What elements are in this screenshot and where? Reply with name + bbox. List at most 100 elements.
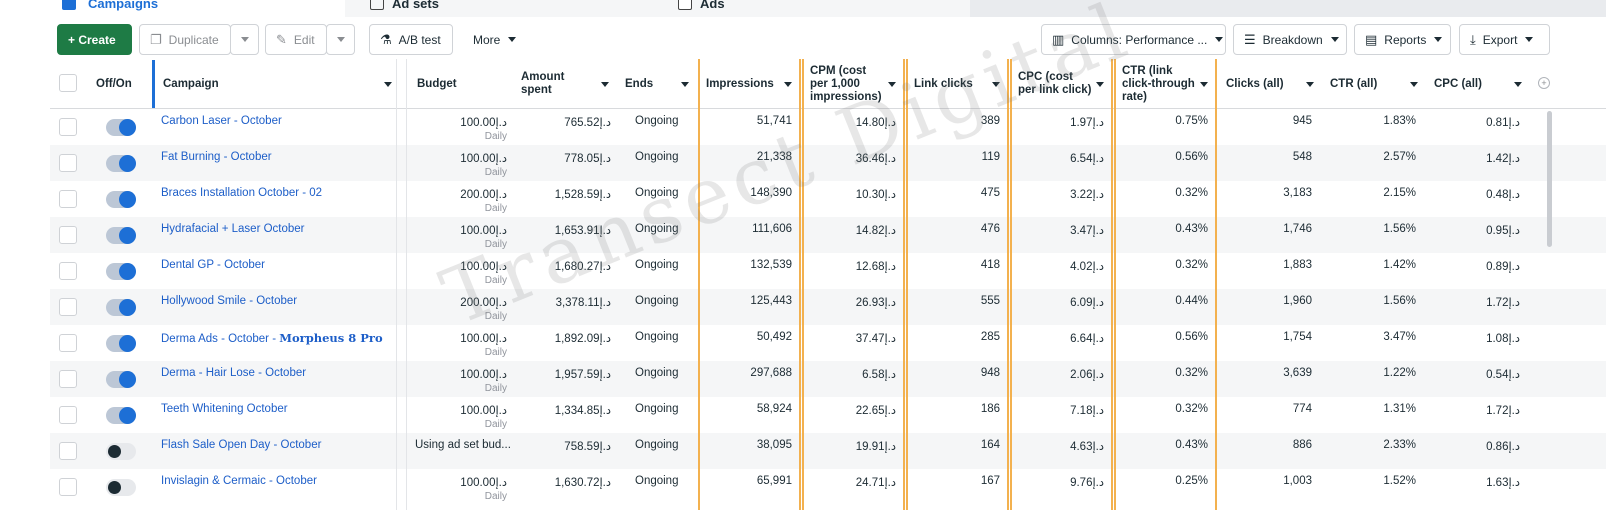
table-row[interactable]: Fat Burning - October د.إ100.00 Daily د.إ77… bbox=[50, 145, 1606, 181]
export-button[interactable]: ⤓ Export bbox=[1459, 24, 1550, 55]
campaign-toggle[interactable] bbox=[106, 263, 136, 280]
vertical-scrollbar[interactable] bbox=[1547, 111, 1552, 247]
chevron-down-icon bbox=[784, 81, 792, 87]
campaign-toggle[interactable] bbox=[106, 335, 136, 352]
campaign-name-link[interactable]: Carbon Laser - October bbox=[161, 115, 282, 127]
more-button[interactable]: More bbox=[462, 24, 528, 55]
campaign-name-link[interactable]: Dental GP - October bbox=[161, 259, 265, 271]
campaign-name-link[interactable]: Hollywood Smile - October bbox=[161, 295, 297, 307]
edit-button[interactable]: ✎ Edit bbox=[265, 24, 327, 55]
campaign-name-link[interactable]: Teeth Whitening October bbox=[161, 403, 288, 415]
table-row[interactable]: Hollywood Smile - October د.إ200.00 Daily د… bbox=[50, 289, 1606, 325]
cell-clicks-all: 945 bbox=[1218, 109, 1318, 145]
campaign-name-link[interactable]: Fat Burning - October bbox=[161, 151, 272, 163]
campaign-name-link[interactable]: Hydrafacial + Laser October bbox=[161, 223, 305, 235]
duplicate-button[interactable]: ❐ Duplicate bbox=[139, 24, 231, 55]
select-all-checkbox[interactable] bbox=[59, 74, 77, 92]
table-row[interactable]: Flash Sale Open Day - October Using ad se… bbox=[50, 433, 1606, 469]
campaign-toggle[interactable] bbox=[106, 443, 136, 460]
col-cpc-link[interactable]: CPC (cost per link click) bbox=[1010, 59, 1112, 109]
highlight-border bbox=[1010, 59, 1012, 510]
ctr-all-value: 1.31% bbox=[1383, 403, 1416, 415]
campaign-toggle[interactable] bbox=[106, 119, 136, 136]
table-row[interactable]: Invislagin & Cermaic - October د.إ100.00 D… bbox=[50, 469, 1606, 505]
budget-value: د.إ100.00 bbox=[460, 117, 507, 129]
link-clicks-value: 164 bbox=[980, 439, 1000, 451]
campaign-toggle[interactable] bbox=[106, 299, 136, 316]
campaign-name-bold[interactable]: Morpheus 8 Pro bbox=[279, 331, 382, 345]
table-row[interactable]: Derma - Hair Lose - October د.إ100.00 Dail… bbox=[50, 361, 1606, 397]
toggle-knob bbox=[119, 371, 136, 388]
campaign-toggle[interactable] bbox=[106, 191, 136, 208]
campaign-name-link[interactable]: Derma Ads - October - bbox=[161, 333, 279, 345]
campaign-name-link[interactable]: Braces Installation October - 02 bbox=[161, 187, 322, 199]
col-budget[interactable]: Budget bbox=[409, 59, 513, 109]
col-ctr-link[interactable]: CTR (link click-through rate) bbox=[1114, 59, 1216, 109]
col-cpm[interactable]: CPM (cost per 1,000 impressions) bbox=[802, 59, 904, 109]
cell-budget: د.إ100.00 Daily bbox=[409, 397, 513, 433]
table-row[interactable]: Dental GP - October د.إ100.00 Daily د.إ1,68… bbox=[50, 253, 1606, 289]
row-checkbox[interactable] bbox=[59, 406, 77, 424]
campaign-toggle[interactable] bbox=[106, 479, 136, 496]
col-ctr-all-label: CTR (all) bbox=[1330, 77, 1378, 90]
col-ctr-all[interactable]: CTR (all) bbox=[1322, 59, 1426, 109]
clicks-all-value: 945 bbox=[1292, 115, 1312, 127]
row-checkbox[interactable] bbox=[59, 298, 77, 316]
link-clicks-value: 948 bbox=[980, 367, 1000, 379]
cell-spent: د.إ3,378.11 bbox=[513, 289, 617, 325]
table-row[interactable]: Carbon Laser - October د.إ100.00 Daily د.إ7… bbox=[50, 109, 1606, 145]
row-checkbox[interactable] bbox=[59, 370, 77, 388]
row-checkbox[interactable] bbox=[59, 478, 77, 496]
reports-button[interactable]: ▤ Reports bbox=[1354, 24, 1451, 55]
row-checkbox[interactable] bbox=[59, 334, 77, 352]
create-button[interactable]: + Create bbox=[57, 24, 132, 55]
campaign-toggle[interactable] bbox=[106, 407, 136, 424]
ab-test-button[interactable]: ⚗ A/B test bbox=[369, 24, 453, 55]
col-amount-spent[interactable]: Amount spent bbox=[513, 59, 617, 109]
table-row[interactable]: Derma Ads - October - Morpheus 8 Pro د.إ1… bbox=[50, 325, 1606, 361]
row-checkbox[interactable] bbox=[59, 190, 77, 208]
table-row[interactable]: Hydrafacial + Laser October د.إ100.00 Dail… bbox=[50, 217, 1606, 253]
col-clicks-all[interactable]: Clicks (all) bbox=[1218, 59, 1322, 109]
campaign-name-link[interactable]: Derma - Hair Lose - October bbox=[161, 367, 306, 379]
col-link-clicks[interactable]: Link clicks bbox=[906, 59, 1008, 109]
col-impressions[interactable]: Impressions bbox=[698, 59, 800, 109]
duplicate-dropdown[interactable] bbox=[230, 24, 259, 55]
row-checkbox[interactable] bbox=[59, 442, 77, 460]
highlight-border bbox=[802, 59, 804, 510]
cell-budget: د.إ200.00 Daily bbox=[409, 289, 513, 325]
spent-value: د.إ778.05 bbox=[564, 153, 611, 165]
row-checkbox[interactable] bbox=[59, 226, 77, 244]
col-campaign[interactable]: Campaign bbox=[155, 59, 400, 109]
row-checkbox[interactable] bbox=[59, 262, 77, 280]
campaign-name-link[interactable]: Flash Sale Open Day - October bbox=[161, 439, 321, 451]
campaign-toggle[interactable] bbox=[106, 155, 136, 172]
row-checkbox[interactable] bbox=[59, 154, 77, 172]
tab-campaigns[interactable]: Campaigns bbox=[0, 0, 345, 17]
table-row[interactable]: Braces Installation October - 02 د.إ200.0… bbox=[50, 181, 1606, 217]
edit-dropdown[interactable] bbox=[326, 24, 355, 55]
cell-clicks-all: 1,003 bbox=[1218, 469, 1318, 505]
cell-ctr-all: 1.83% bbox=[1322, 109, 1422, 145]
col-off-on[interactable]: Off/On bbox=[88, 59, 152, 109]
add-column-icon[interactable]: + bbox=[1538, 77, 1550, 89]
row-checkbox[interactable] bbox=[59, 118, 77, 136]
cell-cpc-link: د.إ3.22 bbox=[1012, 181, 1110, 217]
breakdown-button[interactable]: ☰ Breakdown bbox=[1233, 24, 1347, 55]
campaign-toggle[interactable] bbox=[106, 371, 136, 388]
tab-ad-sets[interactable]: Ad sets bbox=[345, 0, 660, 17]
tab-ads[interactable]: Ads bbox=[660, 0, 970, 17]
table-row[interactable]: Teeth Whitening October د.إ100.00 Daily د.إ… bbox=[50, 397, 1606, 433]
budget-period: Daily bbox=[484, 311, 507, 322]
col-cpc-all[interactable]: CPC (all) bbox=[1426, 59, 1530, 109]
cell-impressions: 132,539 bbox=[700, 253, 798, 289]
cell-spent: د.إ765.52 bbox=[513, 109, 617, 145]
col-ends[interactable]: Ends bbox=[617, 59, 697, 109]
campaign-toggle[interactable] bbox=[106, 227, 136, 244]
cell-cpm: د.إ10.30 bbox=[804, 181, 902, 217]
campaign-name-link[interactable]: Invislagin & Cermaic - October bbox=[161, 475, 317, 487]
col-link-clicks-label: Link clicks bbox=[914, 77, 973, 90]
columns-button[interactable]: ▥ Columns: Performance ... bbox=[1041, 24, 1226, 55]
col-cpc-link-label: CPC (cost per link click) bbox=[1018, 71, 1092, 96]
budget-value: د.إ100.00 bbox=[460, 333, 507, 345]
